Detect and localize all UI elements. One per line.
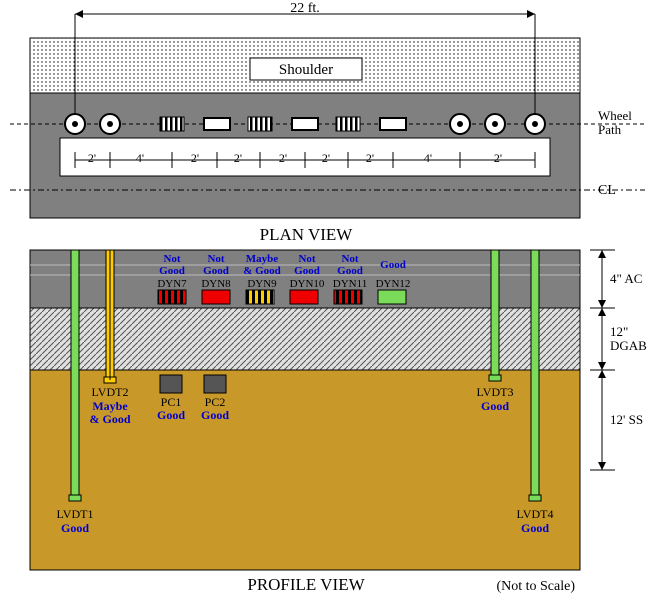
- scale-note: (Not to Scale): [496, 579, 575, 594]
- pc1: [160, 375, 182, 393]
- svg-text:DYN12: DYN12: [376, 278, 411, 290]
- lvdt3-tube: [491, 250, 499, 378]
- svg-text:4': 4': [424, 151, 432, 165]
- svg-text:LVDT2: LVDT2: [92, 385, 129, 399]
- dyn11: [334, 290, 362, 304]
- svg-text:Not: Not: [207, 253, 224, 265]
- pc2: [204, 375, 226, 393]
- svg-text:Good: Good: [159, 265, 185, 277]
- svg-text:PC1: PC1: [161, 395, 182, 409]
- svg-text:2': 2': [322, 151, 330, 165]
- dyn9: [246, 290, 274, 304]
- svg-text:2': 2': [494, 151, 502, 165]
- svg-text:Not: Not: [163, 253, 180, 265]
- svg-text:& Good: & Good: [243, 265, 281, 277]
- svg-text:2': 2': [234, 151, 242, 165]
- svg-text:12": 12": [610, 324, 628, 339]
- svg-text:PC2: PC2: [205, 395, 226, 409]
- diagram: Shoulder Wheel Path CL 22 ft. 2' 4' 2' 2…: [0, 0, 655, 605]
- svg-text:Good: Good: [61, 521, 89, 535]
- svg-text:DYN11: DYN11: [333, 278, 367, 290]
- svg-text:4': 4': [136, 151, 144, 165]
- svg-text:2': 2': [88, 151, 96, 165]
- svg-text:LVDT1: LVDT1: [57, 507, 94, 521]
- svg-text:4" AC: 4" AC: [610, 271, 642, 286]
- svg-text:Good: Good: [201, 408, 229, 422]
- profile-view: 4" AC 12" DGAB 12' SS DYN7 DYN8 DYN9 DYN…: [30, 250, 647, 570]
- svg-text:Good: Good: [203, 265, 229, 277]
- svg-text:Good: Good: [521, 521, 549, 535]
- svg-text:Good: Good: [157, 408, 185, 422]
- lvdt1-tube: [71, 250, 79, 498]
- svg-text:Maybe: Maybe: [92, 399, 128, 413]
- wheel-label-1: Wheel: [598, 108, 632, 123]
- lvdt4-tube: [531, 250, 539, 498]
- svg-text:DGAB: DGAB: [610, 338, 647, 353]
- svg-text:Good: Good: [294, 265, 320, 277]
- svg-text:Not: Not: [298, 253, 315, 265]
- svg-text:& Good: & Good: [89, 412, 130, 426]
- svg-text:Good: Good: [481, 399, 509, 413]
- svg-text:LVDT4: LVDT4: [517, 507, 554, 521]
- wheel-label-2: Path: [598, 122, 622, 137]
- svg-text:2': 2': [279, 151, 287, 165]
- cl-label: CL: [598, 183, 616, 198]
- svg-text:DYN10: DYN10: [290, 278, 325, 290]
- dyn8: [202, 290, 230, 304]
- dyn10: [290, 290, 318, 304]
- dim-22ft: 22 ft.: [290, 1, 320, 16]
- svg-text:Not: Not: [341, 253, 358, 265]
- plan-title: PLAN VIEW: [260, 225, 354, 244]
- svg-text:DYN8: DYN8: [201, 278, 231, 290]
- svg-text:2': 2': [191, 151, 199, 165]
- svg-text:12' SS: 12' SS: [610, 412, 643, 427]
- profile-title: PROFILE VIEW: [247, 575, 365, 594]
- svg-text:Good: Good: [337, 265, 363, 277]
- svg-text:Maybe: Maybe: [246, 253, 279, 265]
- svg-text:2': 2': [366, 151, 374, 165]
- dyn7: [158, 290, 186, 304]
- svg-text:DYN9: DYN9: [247, 278, 277, 290]
- svg-text:Good: Good: [380, 259, 406, 271]
- svg-text:LVDT3: LVDT3: [477, 385, 514, 399]
- svg-text:DYN7: DYN7: [157, 278, 187, 290]
- dyn12: [378, 290, 406, 304]
- shoulder-label: Shoulder: [279, 62, 333, 78]
